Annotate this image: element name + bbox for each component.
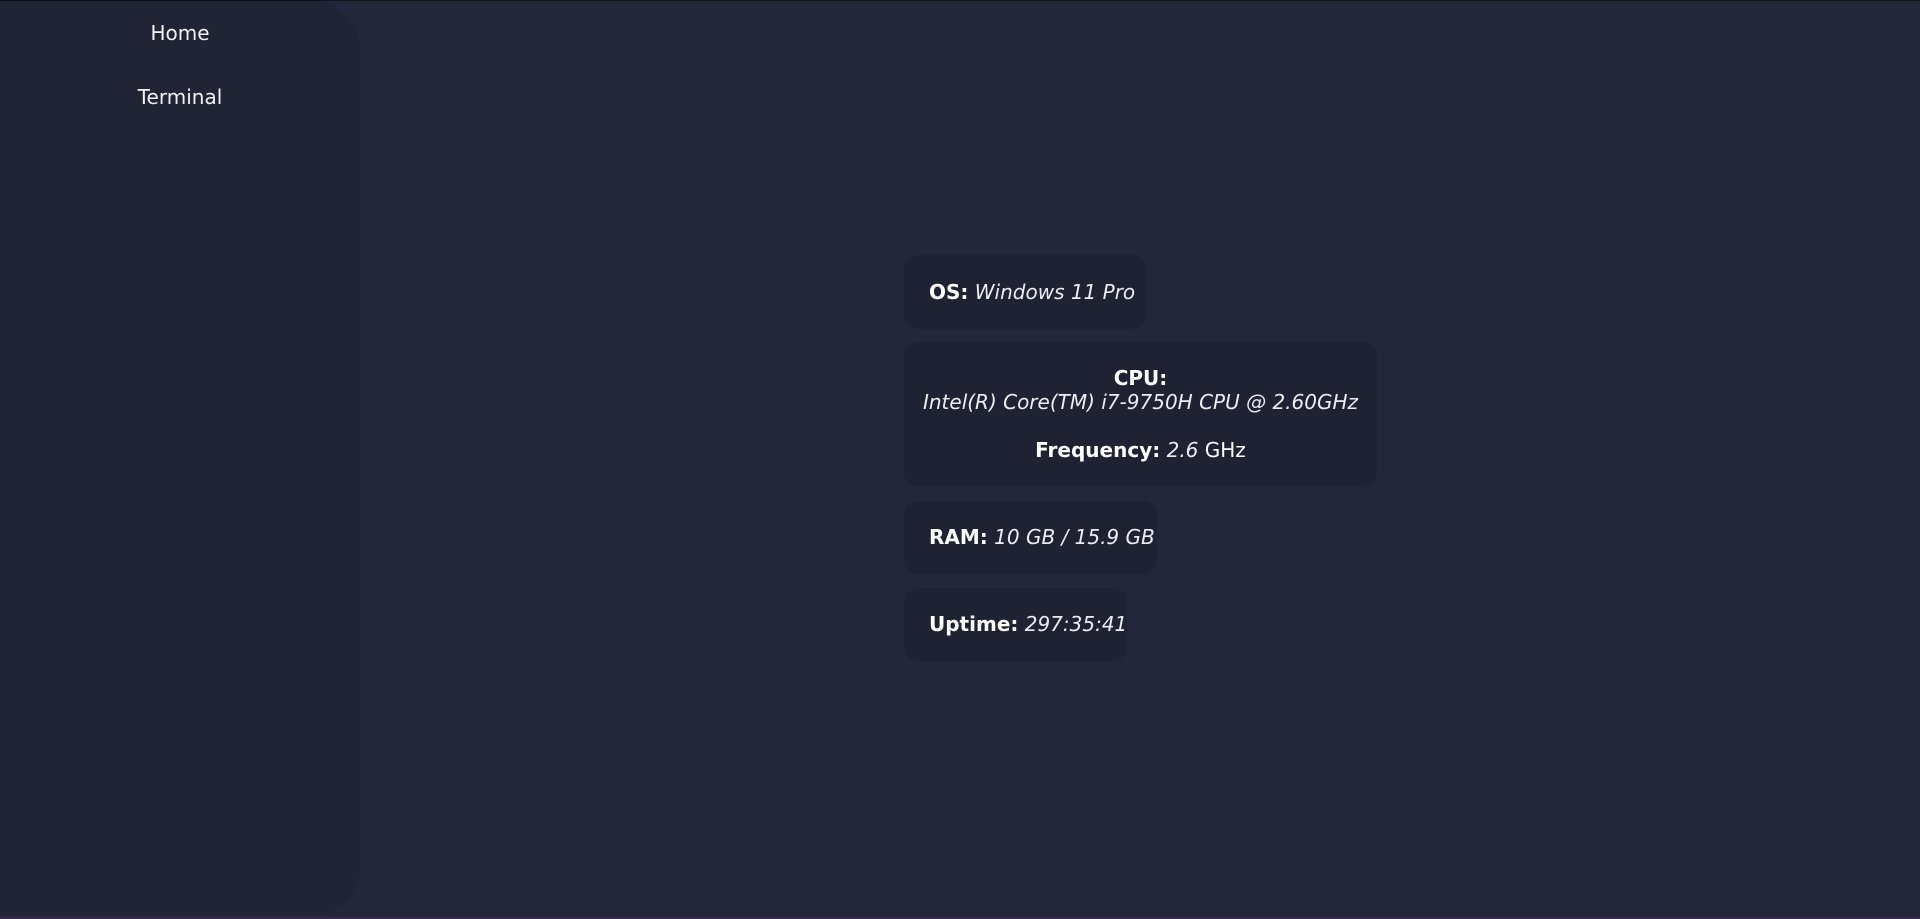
uptime-value: 297:35:41 <box>1024 612 1128 636</box>
ram-label: RAM: <box>929 525 988 549</box>
os-card: OS: Windows 11 Pro <box>904 255 1146 329</box>
ram-value: 10 GB / 15.9 GB <box>994 525 1155 549</box>
sidebar-item-home[interactable]: Home <box>0 21 360 45</box>
sidebar: Home Terminal <box>0 1 360 915</box>
ram-card: RAM: 10 GB / 15.9 GB <box>904 501 1157 574</box>
os-label: OS: <box>929 280 969 304</box>
frequency-value: 2.6 <box>1166 438 1199 462</box>
frequency-label: Frequency: <box>1035 438 1161 462</box>
frequency-unit: GHz <box>1204 438 1246 462</box>
os-value: Windows 11 Pro <box>974 280 1136 304</box>
sidebar-item-terminal[interactable]: Terminal <box>0 85 360 109</box>
cpu-card: CPU: Intel(R) Core(TM) i7-9750H CPU @ 2.… <box>904 342 1377 487</box>
uptime-card: Uptime: 297:35:41 <box>904 588 1127 661</box>
cpu-label: CPU: <box>1113 366 1168 390</box>
cpu-model: Intel(R) Core(TM) i7-9750H CPU @ 2.60GHz <box>922 390 1359 414</box>
uptime-label: Uptime: <box>929 612 1019 636</box>
